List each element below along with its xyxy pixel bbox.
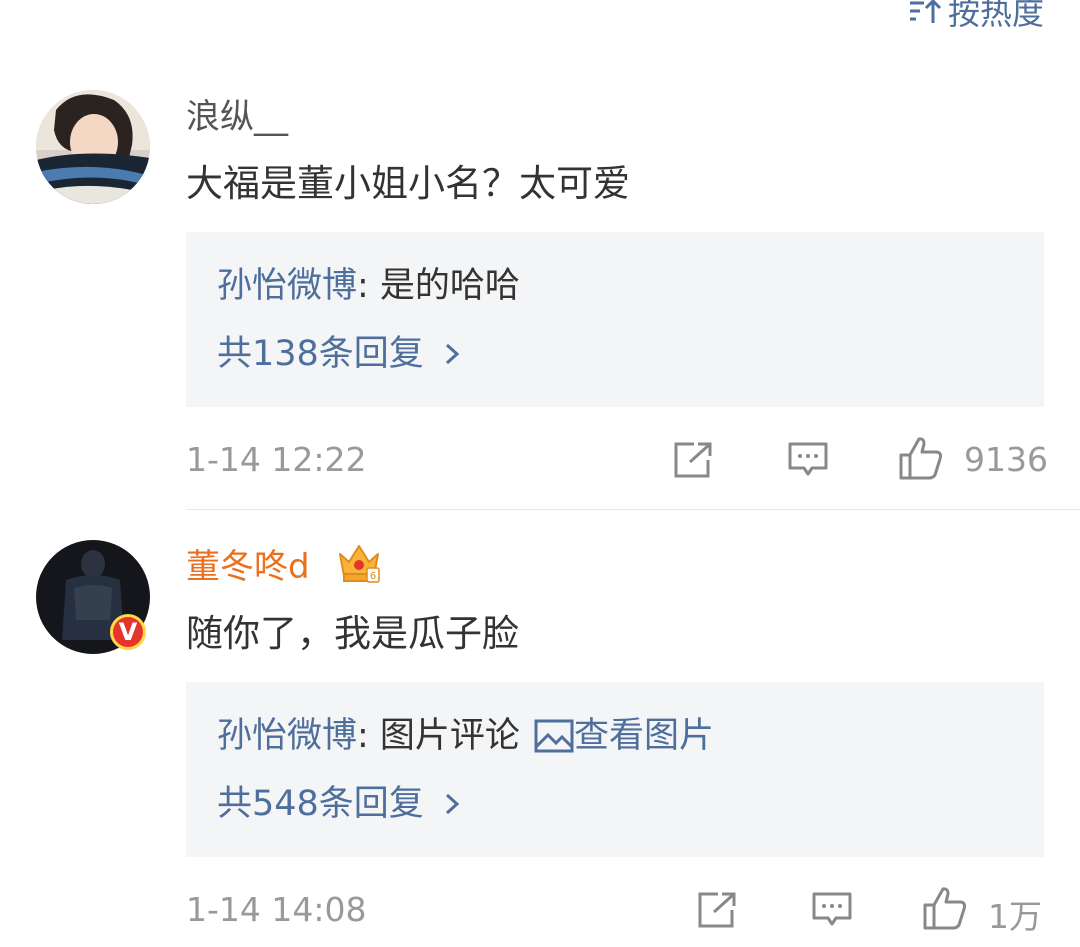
comment-icon bbox=[812, 892, 852, 926]
reply-count-label: 共138条回复 bbox=[217, 334, 424, 374]
like-button[interactable] bbox=[898, 435, 944, 481]
chevron-right-icon bbox=[445, 343, 460, 365]
like-count: 1万 bbox=[988, 897, 1042, 936]
comment-button[interactable] bbox=[786, 440, 830, 480]
reply-text: : 图片评论 bbox=[357, 716, 520, 756]
like-count: 9136 bbox=[964, 440, 1048, 479]
user-avatar-image bbox=[36, 90, 150, 204]
crown-icon: 6 bbox=[339, 545, 380, 583]
share-icon bbox=[674, 442, 712, 478]
share-icon bbox=[698, 892, 736, 928]
view-replies-link[interactable]: 共138条回复 bbox=[217, 332, 462, 376]
reply-author-link[interactable]: 孙怡微博 bbox=[217, 266, 357, 306]
view-image-link[interactable]: 查看图片 bbox=[534, 714, 714, 758]
thumbs-up-icon bbox=[923, 887, 967, 930]
view-image-label: 查看图片 bbox=[573, 716, 714, 756]
reply-count-label: 共548条回复 bbox=[217, 784, 424, 824]
share-button[interactable] bbox=[696, 890, 740, 930]
view-replies-link[interactable]: 共548条回复 bbox=[217, 782, 462, 826]
share-button[interactable] bbox=[672, 440, 716, 480]
like-button[interactable] bbox=[922, 885, 968, 931]
comment-divider bbox=[186, 509, 1080, 510]
vip-crown-badge: 6 bbox=[336, 540, 382, 590]
username[interactable]: 浪纵__ bbox=[186, 97, 288, 137]
reply-line: 孙怡微博: 是的哈哈 bbox=[217, 264, 520, 308]
reply-preview-box[interactable]: 孙怡微博: 图片评论 查看图片 共548条回复 bbox=[186, 682, 1044, 857]
thumbs-up-icon bbox=[899, 437, 943, 480]
chevron-right-icon bbox=[445, 793, 460, 815]
comment-timestamp: 1-14 12:22 bbox=[186, 440, 367, 479]
comment-text: 随你了，我是瓜子脸 bbox=[186, 612, 519, 655]
sort-label: 按热度 bbox=[947, 0, 1044, 32]
username[interactable]: 董冬咚d bbox=[186, 547, 310, 587]
avatar[interactable] bbox=[36, 90, 150, 204]
reply-line: 孙怡微博: 图片评论 查看图片 bbox=[217, 714, 714, 758]
sort-by-hot-button[interactable]: 按热度 bbox=[908, 0, 1044, 34]
reply-preview-box[interactable]: 孙怡微博: 是的哈哈 共138条回复 bbox=[186, 232, 1044, 407]
svg-text:6: 6 bbox=[370, 571, 376, 582]
comment-button[interactable] bbox=[810, 890, 854, 930]
comment-timestamp: 1-14 14:08 bbox=[186, 890, 367, 929]
sort-icon bbox=[909, 0, 942, 23]
image-icon bbox=[534, 719, 574, 753]
reply-text: : 是的哈哈 bbox=[357, 266, 520, 306]
comment-icon bbox=[788, 442, 828, 476]
verified-badge: V bbox=[110, 614, 146, 650]
comment-text: 大福是董小姐小名？太可爱 bbox=[186, 162, 630, 205]
reply-author-link[interactable]: 孙怡微博 bbox=[217, 714, 357, 758]
